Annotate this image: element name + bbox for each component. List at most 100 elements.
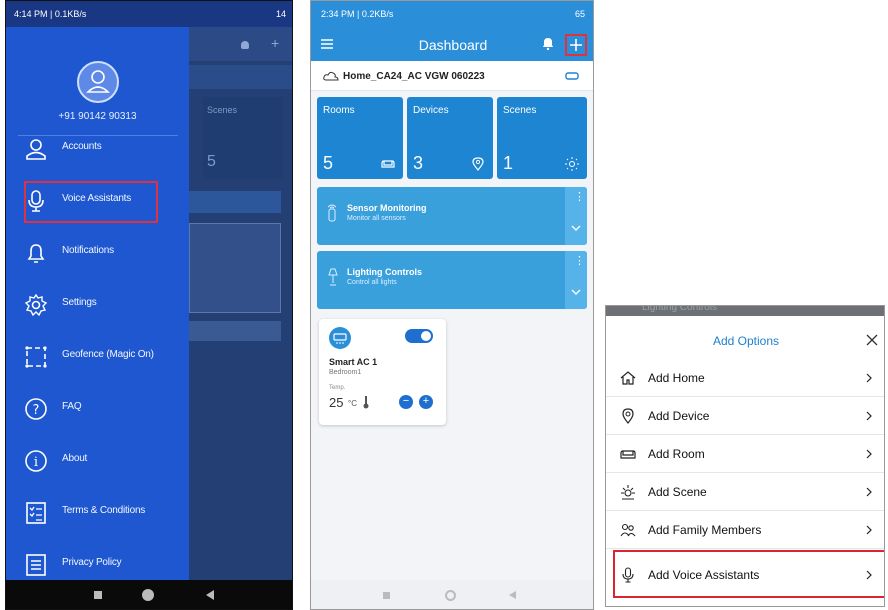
chevron-right-icon	[866, 373, 872, 383]
chevron-down-icon[interactable]	[571, 289, 581, 295]
menu-item-faq[interactable]: ? FAQ	[6, 387, 189, 431]
info-icon: i	[25, 450, 47, 472]
highlight-box	[24, 181, 158, 223]
option-label: Add Family Members	[648, 523, 762, 537]
status-bar: 2:34 PM | 0.2KB/s 65	[311, 1, 593, 27]
menu-item-geofence[interactable]: Geofence (Magic On)	[6, 335, 189, 379]
close-icon[interactable]	[866, 334, 878, 346]
home-button[interactable]	[445, 590, 456, 601]
tile-rooms[interactable]: Rooms 5	[317, 97, 403, 179]
router-icon[interactable]	[565, 72, 579, 80]
sofa-icon	[381, 160, 395, 168]
dimmed-home-bar	[189, 65, 292, 89]
question-icon: ?	[25, 398, 47, 420]
thermometer-icon	[363, 396, 369, 409]
peek-text: Lighting Controls	[642, 305, 718, 313]
plus-icon: +	[271, 35, 280, 51]
chevron-down-icon[interactable]	[571, 225, 581, 231]
sofa-icon	[620, 450, 636, 459]
sensor-icon	[327, 204, 337, 222]
avatar[interactable]	[77, 61, 119, 103]
option-add-room[interactable]: Add Room	[606, 434, 884, 472]
divider	[606, 548, 884, 549]
lamp-icon	[328, 268, 338, 286]
back-button[interactable]	[206, 590, 214, 600]
highlight-box	[613, 550, 884, 598]
person-icon	[26, 139, 46, 160]
bell-icon	[27, 244, 45, 263]
svg-text:?: ?	[33, 403, 40, 418]
dimmed-control-2	[189, 321, 281, 341]
dimmed-dashboard[interactable]: + Scenes 5	[189, 27, 292, 580]
kebab-menu-icon[interactable]: ⋮	[574, 256, 585, 267]
add-button[interactable]	[565, 34, 587, 56]
menu-label: Geofence (Magic On)	[62, 349, 154, 360]
tile-label: Devices	[413, 105, 449, 116]
menu-item-terms[interactable]: Terms & Conditions	[6, 491, 189, 535]
dimmed-scenes-tile: Scenes 5	[203, 97, 283, 179]
tile-count: 5	[323, 153, 334, 173]
menu-item-about[interactable]: i About	[6, 439, 189, 483]
gear-icon	[24, 293, 48, 317]
panel-subtitle: Control all lights	[347, 279, 397, 286]
option-label: Add Device	[648, 409, 710, 423]
chevron-right-icon	[866, 411, 872, 421]
option-add-family-members[interactable]: Add Family Members	[606, 510, 884, 548]
screen-dashboard: 2:34 PM | 0.2KB/s 65 Dashboard Home_CA24…	[310, 0, 594, 610]
decrease-temp-button[interactable]: −	[399, 395, 413, 409]
location-icon	[472, 157, 484, 171]
back-button[interactable]	[509, 591, 516, 599]
option-add-device[interactable]: Add Device	[606, 396, 884, 434]
menu-item-settings[interactable]: Settings	[6, 283, 189, 327]
sensor-monitoring-panel[interactable]: Sensor Monitoring Monitor all sensors ⋮	[317, 187, 587, 245]
device-card[interactable]: Smart AC 1 Bedroom1 Temp. 25 °C − +	[319, 319, 446, 425]
increase-temp-button[interactable]: +	[419, 395, 433, 409]
temp-unit: °C	[348, 399, 357, 408]
panel-actions: ⋮	[565, 187, 587, 245]
bell-icon	[241, 41, 249, 49]
menu-label: FAQ	[62, 401, 82, 412]
option-label: Add Room	[648, 447, 705, 461]
panel-subtitle: Monitor all sensors	[347, 215, 406, 222]
menu-item-accounts[interactable]: Accounts	[6, 127, 189, 171]
bell-icon[interactable]	[542, 37, 554, 50]
status-time: 2:34 PM | 0.2KB/s	[321, 9, 394, 19]
home-name: Home_CA24_AC VGW 060223	[343, 71, 485, 82]
svg-text:i: i	[34, 455, 38, 470]
power-toggle[interactable]	[405, 329, 433, 343]
lighting-controls-panel[interactable]: Lighting Controls Control all lights ⋮	[317, 251, 587, 309]
panel-title: Lighting Controls	[347, 267, 422, 277]
tile-scenes[interactable]: Scenes 1	[497, 97, 587, 179]
battery-level: 65	[574, 9, 585, 19]
kebab-menu-icon[interactable]: ⋮	[574, 192, 585, 203]
sun-icon	[621, 485, 635, 500]
user-icon	[86, 70, 110, 93]
tile-label: Rooms	[323, 105, 355, 116]
status-time: 4:14 PM | 0.1KB/s	[14, 9, 87, 19]
panel-actions: ⋮	[565, 251, 587, 309]
battery-level: 14	[275, 9, 286, 19]
tile-count: 1	[503, 153, 514, 173]
menu-label: About	[62, 453, 88, 464]
menu-label: Terms & Conditions	[62, 505, 146, 516]
menu-label: Notifications	[62, 245, 114, 256]
android-nav-bar	[311, 580, 593, 609]
dimmed-scenes-label: Scenes	[207, 105, 238, 115]
option-label: Add Home	[648, 371, 705, 385]
menu-label: Settings	[62, 297, 97, 308]
tile-label: Scenes	[503, 105, 537, 116]
option-add-home[interactable]: Add Home	[606, 358, 884, 396]
chevron-right-icon	[866, 487, 872, 497]
option-label: Add Scene	[648, 485, 707, 499]
recents-button[interactable]	[383, 592, 390, 599]
recents-button[interactable]	[94, 591, 102, 599]
menu-item-notifications[interactable]: Notifications	[6, 231, 189, 275]
tile-devices[interactable]: Devices 3	[407, 97, 493, 179]
option-add-scene[interactable]: Add Scene	[606, 472, 884, 510]
document-icon	[26, 554, 46, 576]
home-button[interactable]	[142, 589, 154, 601]
menu-label: Accounts	[62, 141, 102, 152]
tile-count: 3	[413, 153, 424, 173]
chevron-right-icon	[866, 449, 872, 459]
chevron-right-icon	[866, 525, 872, 535]
